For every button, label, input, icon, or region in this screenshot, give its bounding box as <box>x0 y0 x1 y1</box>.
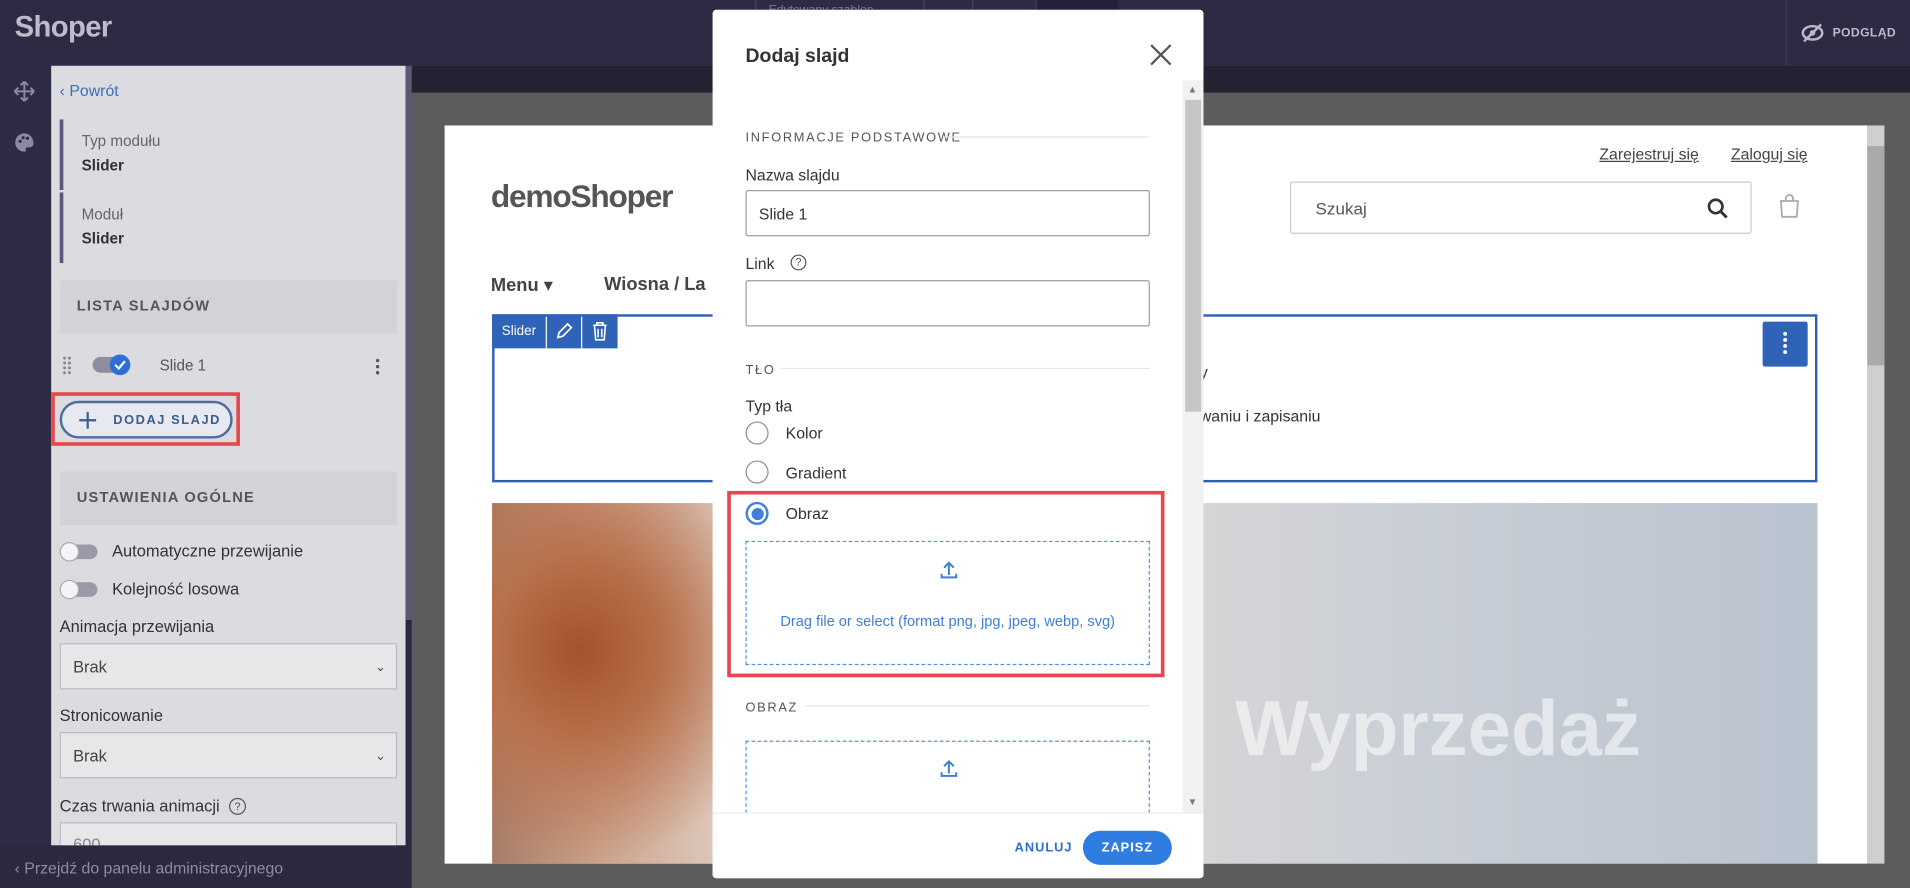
slide-name-label: Nazwa slajdu <box>745 165 840 184</box>
eye-off-icon <box>1802 23 1825 43</box>
radio-color[interactable] <box>745 421 769 445</box>
nav-item[interactable]: Wiosna / La <box>604 274 705 295</box>
slide-name-input[interactable]: Slide 1 <box>745 190 1150 237</box>
admin-link-label: Przejdź do panelu administracyjnego <box>24 858 284 878</box>
help-icon[interactable]: ? <box>790 254 807 271</box>
paging-select[interactable]: Brak ⌄ <box>59 732 398 779</box>
random-order-label: Kolejność losowa <box>112 579 240 599</box>
slides-list-header: LISTA SLAJDÓW <box>59 280 398 334</box>
chevron-left-icon: ‹ <box>59 81 70 100</box>
slide-name: Slide 1 <box>159 356 207 374</box>
slide-name-value: Slide 1 <box>758 204 808 223</box>
section-basic-info: INFORMACJE PODSTAWOWE <box>745 130 962 145</box>
section-image: OBRAZ <box>745 700 799 716</box>
back-label: Powrót <box>69 81 119 100</box>
animation-select-value: Brak <box>73 657 107 677</box>
move-icon[interactable] <box>13 80 35 102</box>
bg-type-label: Typ tła <box>745 397 793 416</box>
highlight-box <box>727 490 1165 678</box>
divider <box>944 136 1150 138</box>
cart-icon[interactable] <box>1778 194 1800 218</box>
slide-enabled-toggle[interactable] <box>92 354 131 376</box>
slider-hint-2: waniu i zapisaniu <box>1199 406 1321 426</box>
divider <box>805 705 1150 707</box>
help-icon[interactable]: ? <box>229 797 247 815</box>
more-vertical-icon[interactable] <box>374 358 381 375</box>
scroll-down-icon[interactable]: ▼ <box>1188 797 1198 808</box>
module-info: Moduł Slider <box>59 192 393 264</box>
random-order-toggle[interactable] <box>59 579 98 600</box>
paging-label: Stronicowanie <box>59 706 163 725</box>
store-search-input[interactable]: Szukaj <box>1289 181 1752 234</box>
admin-panel-link[interactable]: ‹ Przejdź do panelu administracyjnego <box>0 845 412 888</box>
back-link[interactable]: ‹ Powrót <box>60 82 119 100</box>
duration-input[interactable]: 600 <box>59 822 398 846</box>
modal-scrollbar-thumb[interactable] <box>1185 99 1202 412</box>
module-type-value: Slider <box>81 157 124 175</box>
add-slide-modal: Dodaj slajd INFORMACJE PODSTAWOWE Nazwa … <box>712 9 1204 879</box>
radio-gradient-label: Gradient <box>785 464 847 483</box>
slider-tag[interactable]: Slider <box>492 314 546 349</box>
register-link[interactable]: Zarejestruj się <box>1599 145 1698 163</box>
animation-label: Animacja przewijania <box>59 617 215 636</box>
add-slide-label: DODAJ SLAJD <box>113 412 221 427</box>
login-link[interactable]: Zaloguj się <box>1731 145 1808 163</box>
palette-icon[interactable] <box>13 132 35 154</box>
preview-button[interactable]: PODGLĄD <box>1785 0 1910 66</box>
store-menu[interactable]: Menu ▾ <box>491 274 553 296</box>
section-background: TŁO <box>745 362 776 378</box>
drag-handle-icon[interactable] <box>1762 321 1808 367</box>
chevron-down-icon: ⌄ <box>374 749 387 764</box>
module-value: Slider <box>81 230 124 248</box>
trash-icon[interactable] <box>582 314 618 349</box>
app-logo: Shoper <box>14 10 113 44</box>
preview-scrollbar-thumb[interactable] <box>1867 146 1885 366</box>
divider <box>780 367 1150 370</box>
upload-icon <box>940 759 958 777</box>
cancel-button[interactable]: ANULUJ <box>1015 840 1073 855</box>
link-label: Link <box>745 254 775 273</box>
chevron-down-icon: ⌄ <box>374 660 387 675</box>
animation-select[interactable]: Brak ⌄ <box>59 643 398 690</box>
store-logo[interactable]: demoShoper <box>491 178 674 216</box>
module-label: Moduł <box>81 205 124 223</box>
caret-down-icon: ▾ <box>543 275 553 297</box>
search-placeholder: Szukaj <box>1315 198 1367 219</box>
search-icon[interactable] <box>1707 197 1729 219</box>
left-rail <box>0 65 52 846</box>
module-settings-panel: ‹ Powrót Typ modułu Slider Moduł Slider … <box>51 65 406 846</box>
check-icon <box>109 354 131 376</box>
drag-handle-icon[interactable] <box>62 356 72 375</box>
modal-title: Dodaj slajd <box>745 46 850 67</box>
auto-scroll-label: Automatyczne przewijanie <box>112 542 304 561</box>
close-icon[interactable] <box>1146 40 1175 69</box>
menu-label: Menu <box>490 275 539 297</box>
module-type-label: Typ modułu <box>81 132 161 150</box>
save-button[interactable]: ZAPISZ <box>1082 830 1172 865</box>
module-type-info: Typ modułu Slider <box>59 119 393 191</box>
scroll-up-icon[interactable]: ▲ <box>1188 84 1198 95</box>
banner-text: Wyprzedaż <box>1235 684 1641 773</box>
radio-gradient[interactable] <box>745 460 769 484</box>
chevron-left-icon: ‹ <box>14 858 25 878</box>
link-input[interactable] <box>745 280 1150 327</box>
radio-color-label: Kolor <box>785 423 823 443</box>
list-item[interactable]: Slide 1 <box>60 348 397 385</box>
preview-label: PODGLĄD <box>1832 26 1897 40</box>
auto-scroll-toggle[interactable] <box>59 542 98 562</box>
plus-icon <box>79 411 97 429</box>
add-slide-button[interactable]: DODAJ SLAJD <box>59 400 233 439</box>
duration-label: Czas trwania animacji <box>59 796 220 815</box>
duration-value: 600 <box>73 835 101 846</box>
paging-select-value: Brak <box>73 746 107 765</box>
edit-icon[interactable] <box>546 314 582 349</box>
general-settings-header: USTAWIENIA OGÓLNE <box>59 471 398 526</box>
